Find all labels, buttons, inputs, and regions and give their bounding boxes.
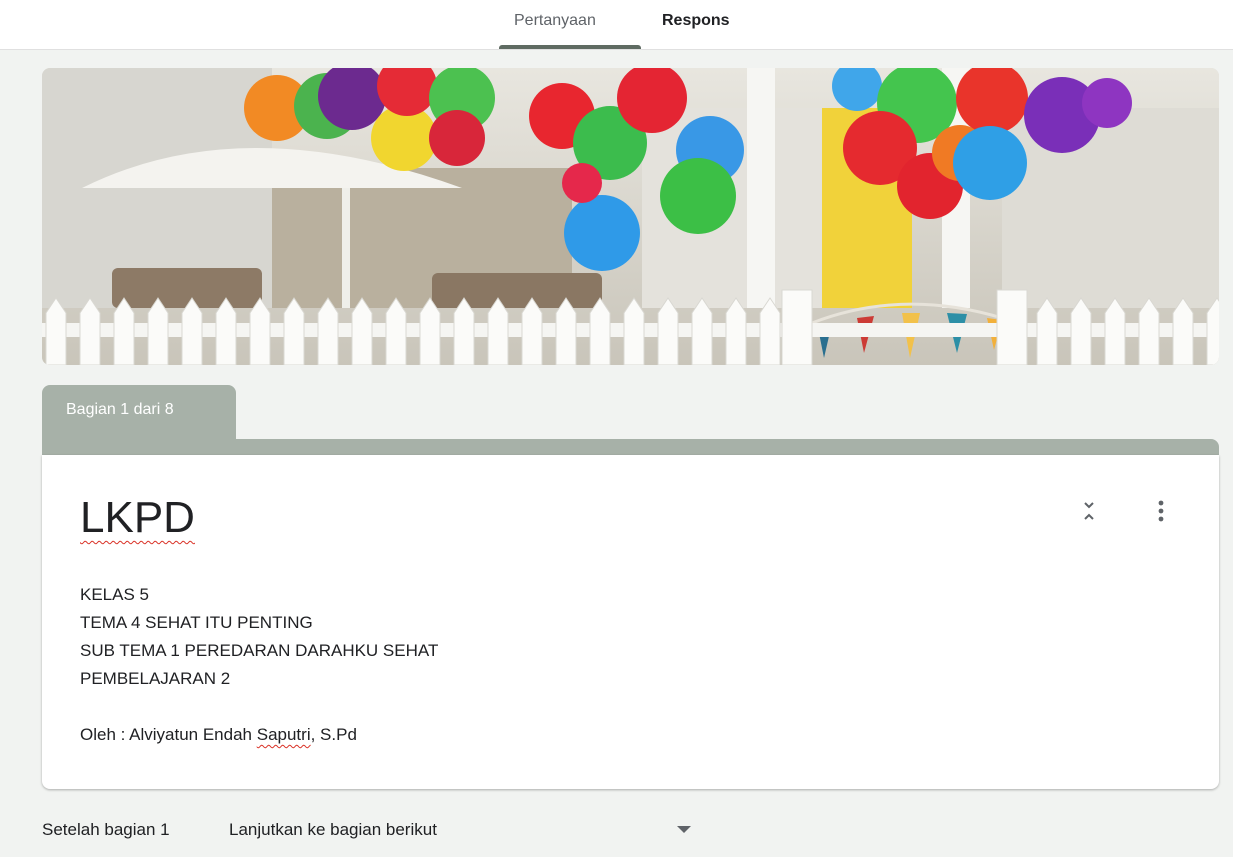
author-surname: Saputri (256, 725, 311, 744)
description-line: TEMA 4 SEHAT ITU PENTING (80, 613, 313, 632)
arrow-drop-down-icon[interactable] (677, 826, 691, 833)
after-section-label: Setelah bagian 1 (42, 820, 170, 839)
form-title[interactable]: LKPD (80, 493, 195, 543)
tab-responses[interactable]: Respons (662, 12, 730, 30)
top-tab-bar: Pertanyaan Respons (0, 0, 1233, 50)
after-section-select-value[interactable]: Lanjutkan ke bagian berikut (229, 820, 437, 840)
more-vert-icon[interactable] (1145, 495, 1177, 527)
tab-questions[interactable]: Pertanyaan (514, 12, 596, 30)
active-tab-indicator (499, 45, 641, 49)
author-suffix: , S.Pd (310, 725, 357, 744)
author-prefix: Oleh : Alviyatun Endah (80, 725, 257, 744)
section-indicator-label: Bagian 1 dari 8 (66, 401, 174, 418)
section-header-card[interactable]: LKPD KELAS 5 TEMA 4 SEHAT ITU PENTING SU… (42, 455, 1219, 789)
description-spacer (80, 693, 438, 721)
collapse-icon[interactable] (1073, 495, 1105, 527)
form-description[interactable]: KELAS 5 TEMA 4 SEHAT ITU PENTING SUB TEM… (80, 581, 438, 749)
description-line: SUB TEMA 1 PEREDARAN DARAHKU SEHAT (80, 641, 439, 660)
section-indicator-tab: Bagian 1 dari 8 (42, 385, 236, 445)
description-line: KELAS 5 (80, 585, 149, 604)
header-image (42, 68, 1219, 365)
description-line: PEMBELAJARAN 2 (80, 669, 231, 688)
header-image-illustration (42, 68, 1219, 365)
description-author: Oleh : Alviyatun Endah Saputri, S.Pd (80, 721, 438, 749)
